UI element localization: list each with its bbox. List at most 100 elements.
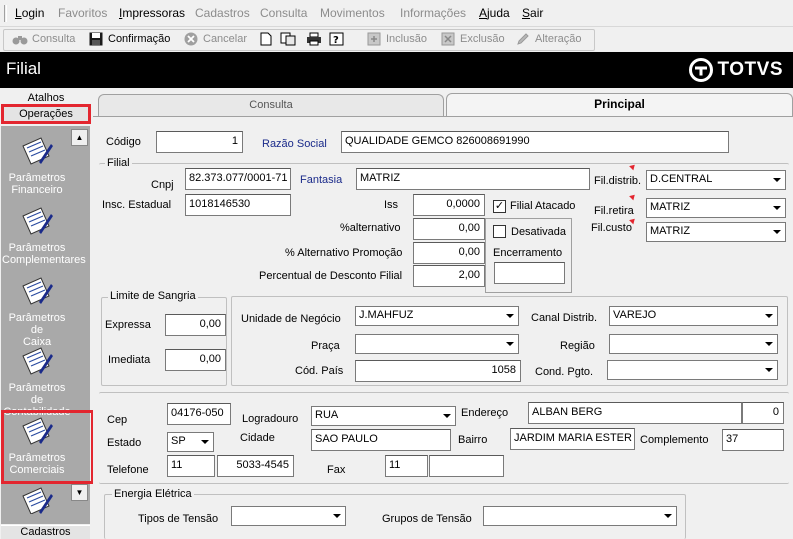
codigo-input[interactable]: 1 [156,131,243,153]
inclusao-button[interactable]: Inclusão [366,32,427,46]
imediata-label: Imediata [108,354,151,366]
logradouro-select[interactable]: RUA [311,406,456,426]
menu-login[interactable]: Login [15,6,44,20]
fax-ddd-input[interactable]: 11 [385,455,428,477]
sidebar-cadastros-tab[interactable]: Cadastros [1,525,90,539]
chevron-down-icon [660,508,675,524]
iss-input[interactable]: 0,0000 [413,194,485,216]
alt-promocao-input[interactable]: 0,00 [413,242,485,264]
endereco-label: Endereço [461,407,509,419]
cancelar-button[interactable]: Cancelar [183,32,247,46]
shortcut-partial[interactable] [2,484,72,516]
fil-distrib-value: D.CENTRAL [650,173,713,185]
alternativo-label: %alternativo [340,222,401,234]
menu-sair[interactable]: Sair [522,6,543,20]
estado-select[interactable]: SP [167,432,214,452]
fil-custo-select[interactable]: MATRIZ [646,222,786,242]
filial-atacado-checkbox[interactable]: ✓ [493,200,506,213]
floppy-disk-icon [88,32,104,46]
cancelar-label: Cancelar [203,33,248,45]
canal-distrib-label: Canal Distrib. [531,312,598,324]
tipos-tensao-label: Tipos de Tensão [138,513,219,525]
desativada-checkbox[interactable] [493,225,506,238]
shortcut-parametros-complementares[interactable]: Parâmetros Complementares [2,204,86,266]
alteracao-button[interactable]: Alteração [515,32,581,46]
document-pen-icon [19,134,55,170]
menu-cadastros[interactable]: Cadastros [195,6,250,20]
cnpj-input[interactable]: 82.373.077/0001-71 [185,168,291,190]
estado-label: Estado [107,437,142,449]
regiao-select[interactable] [609,334,778,354]
shortcut-parametros-contabilidade[interactable]: Parâmetros de Contabilidade [2,344,72,418]
bairro-label: Bairro [458,434,488,446]
cidade-input[interactable]: SAO PAULO [311,429,451,451]
cond-pgto-select[interactable] [607,360,778,380]
tab-consulta[interactable]: Consulta [98,94,444,116]
endereco-input[interactable]: ALBAN BERG [528,402,742,424]
print-button[interactable] [306,32,322,46]
perc-desc-input[interactable]: 2,00 [413,265,485,287]
numero-input[interactable]: 0 [742,402,784,424]
cep-label: Cep [107,414,128,426]
copy-button[interactable] [280,32,296,46]
tipos-tensao-select[interactable] [231,506,346,526]
menu-impressoras[interactable]: Impressoras [119,6,185,20]
menu-informacoes[interactable]: Informações [400,6,466,20]
unidade-negocio-value: J.MAHFUZ [359,309,414,321]
cep-input[interactable]: 04176-050 [167,403,231,425]
fil-retira-select[interactable]: MATRIZ [646,198,786,218]
scroll-down-button[interactable]: ▼ [71,484,88,501]
chevron-down-icon [761,362,776,378]
cond-pgto-label: Cond. Pgto. [535,366,594,378]
menu-movimentos[interactable]: Movimentos [320,6,385,20]
new-document-button[interactable] [258,32,274,46]
confirmacao-label: Confirmação [108,33,171,45]
sidebar-atalhos-header[interactable]: Atalhos [0,92,92,104]
fantasia-input[interactable]: MATRIZ [356,168,590,190]
perc-desc-label: Percentual de Desconto Filial [259,270,403,282]
consulta-button[interactable]: Consulta [12,32,75,46]
scroll-up-button[interactable]: ▲ [71,129,88,146]
sidebar-operacoes-tab[interactable]: Operações [1,104,91,124]
ddd-input[interactable]: 11 [167,455,215,477]
shortcut-label-line2: Financeiro [11,184,63,196]
fil-distrib-label: Fil.distrib. [594,175,642,187]
document-pen-icon [19,484,55,514]
canal-distrib-select[interactable]: VAREJO [609,306,778,326]
unidade-negocio-select[interactable]: J.MAHFUZ [355,306,519,326]
document-pen-icon [19,344,55,380]
new-document-icon [258,32,274,46]
menu-ajuda[interactable]: Ajuda [479,6,510,20]
imediata-input[interactable]: 0,00 [165,349,226,371]
bairro-input[interactable]: JARDIM MARIA ESTER [510,428,635,450]
razao-social-label: Razão Social [262,138,327,150]
alternativo-input[interactable]: 0,00 [413,218,485,240]
shortcut-parametros-financeiro[interactable]: Parâmetros Financeiro [2,134,72,196]
exclusao-button[interactable]: Exclusão [440,32,505,46]
menu-consulta[interactable]: Consulta [260,6,307,20]
grupos-tensao-select[interactable] [483,506,677,526]
fax-input[interactable] [429,455,504,477]
telefone-input[interactable]: 5033-4545 [217,455,294,477]
alteracao-label: Alteração [535,33,582,45]
encerramento-input[interactable] [494,262,565,284]
shortcut-label-line1: Parâmetros [8,172,66,184]
cod-pais-input[interactable]: 1058 [355,360,521,382]
help-button[interactable]: ? [329,32,345,46]
expressa-input[interactable]: 0,00 [165,314,226,336]
praca-select[interactable] [355,334,519,354]
shortcut-label-line1: Parâmetros de [8,382,66,406]
complemento-input[interactable]: 37 [722,429,784,451]
confirmacao-button[interactable]: Confirmação [88,32,170,46]
fil-distrib-select[interactable]: D.CENTRAL [646,170,786,190]
shortcut-parametros-caixa[interactable]: Parâmetros de Caixa [2,274,72,348]
insc-estadual-input[interactable]: 1018146530 [185,194,291,216]
document-pen-icon [19,204,55,240]
telefone-label: Telefone [107,464,149,476]
shortcut-highlight-frame [1,410,94,484]
tab-principal[interactable]: Principal [446,93,793,117]
razao-social-input[interactable]: QUALIDADE GEMCO 826008691990 [341,131,729,153]
toolbar: Consulta Confirmação Cancelar ? Inclusão… [0,26,793,52]
insert-icon [366,32,382,46]
menu-favoritos[interactable]: Favoritos [58,6,107,20]
